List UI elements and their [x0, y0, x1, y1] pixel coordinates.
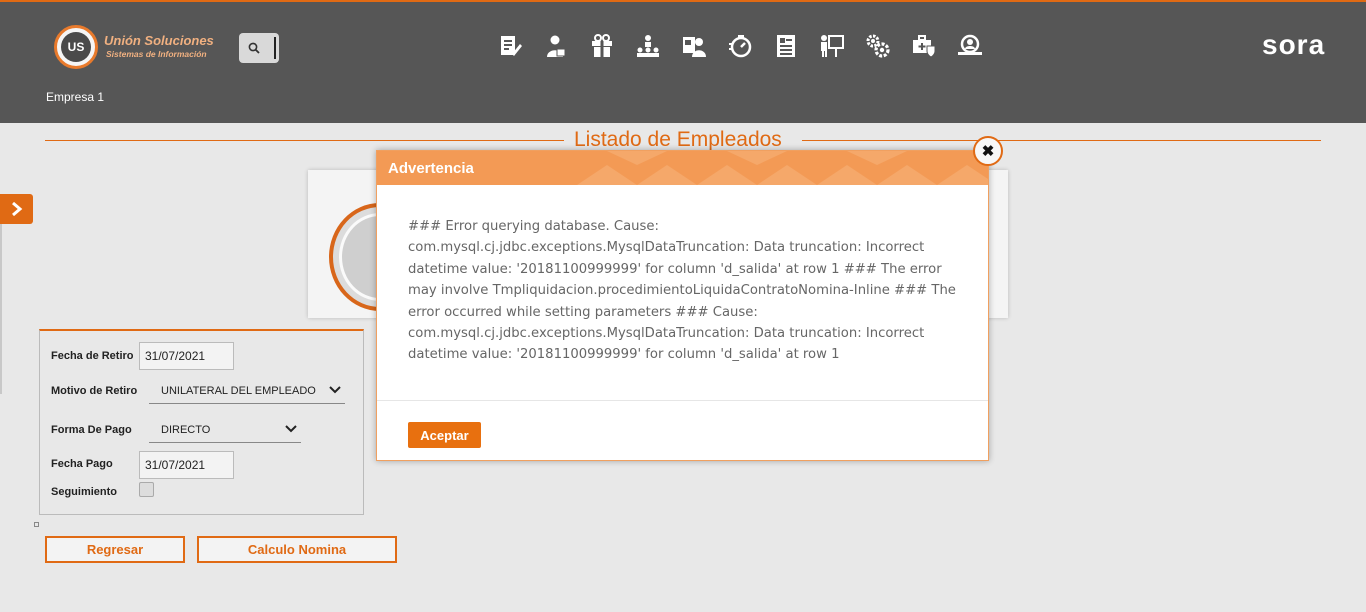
forma-pago-select[interactable]: DIRECTO [149, 419, 301, 443]
accept-button[interactable]: Aceptar [408, 422, 481, 448]
motivo-retiro-label: Motivo de Retiro [51, 385, 138, 397]
org-chart-icon[interactable] [625, 30, 671, 62]
sidebar-toggle[interactable] [0, 194, 33, 224]
module-nav [487, 30, 993, 62]
back-button[interactable]: Regresar [45, 536, 185, 563]
chevron-down-icon [329, 386, 341, 394]
logo-text: US [61, 32, 91, 62]
close-dialog-button[interactable]: ✖ [973, 136, 1003, 166]
company-name: Empresa 1 [46, 90, 105, 104]
dialog-title: Advertencia [388, 160, 474, 177]
employee-icon[interactable] [533, 30, 579, 62]
search-button[interactable] [239, 33, 279, 63]
timer-icon[interactable] [717, 30, 763, 62]
sidebar-edge [0, 224, 2, 394]
seguimiento-checkbox[interactable] [139, 482, 154, 497]
dialog-header: Advertencia [377, 151, 988, 185]
medical-kit-icon[interactable] [901, 30, 947, 62]
motivo-retiro-select[interactable]: UNILATERAL DEL EMPLEADO [149, 380, 345, 404]
calculate-payroll-button[interactable]: Calculo Nomina [197, 536, 397, 563]
small-marker [34, 522, 39, 527]
gears-icon[interactable] [855, 30, 901, 62]
brand-subtitle: Sistemas de Información [106, 49, 207, 59]
fecha-pago-input[interactable]: 31/07/2021 [139, 451, 234, 479]
dialog-divider [377, 400, 988, 401]
gift-icon[interactable] [579, 30, 625, 62]
forma-pago-value: DIRECTO [161, 424, 211, 436]
search-user-icon[interactable] [947, 30, 993, 62]
contract-edit-icon[interactable] [487, 30, 533, 62]
company-logo[interactable]: US [54, 25, 98, 69]
page-title-bar: Listado de Empleados [0, 128, 1366, 152]
motivo-retiro-value: UNILATERAL DEL EMPLEADO [161, 385, 316, 397]
seguimiento-label: Seguimiento [51, 486, 118, 498]
presentation-icon[interactable] [809, 30, 855, 62]
document-list-icon[interactable] [763, 30, 809, 62]
forma-pago-label: Forma De Pago [51, 424, 132, 436]
dialog-message: ### Error querying database. Cause: com.… [408, 219, 956, 363]
id-card-user-icon[interactable] [671, 30, 717, 62]
search-icon [248, 42, 260, 54]
warning-dialog: Advertencia ### Error querying database.… [376, 150, 989, 461]
title-line-left [45, 140, 564, 141]
fecha-pago-label: Fecha Pago [51, 458, 113, 470]
fecha-retiro-input[interactable]: 31/07/2021 [139, 342, 234, 370]
brand-name: Unión Soluciones [104, 33, 214, 48]
search-divider [274, 37, 276, 59]
page-title: Listado de Empleados [574, 128, 782, 151]
chevron-down-icon [285, 425, 297, 433]
app-logo-sora: sora [1262, 29, 1326, 60]
close-icon: ✖ [981, 143, 995, 160]
top-navbar: US Unión Soluciones Sistemas de Informac… [0, 0, 1366, 123]
fecha-retiro-label: Fecha de Retiro [51, 350, 134, 362]
chevron-right-icon [11, 202, 22, 216]
title-line-right [802, 140, 1321, 141]
